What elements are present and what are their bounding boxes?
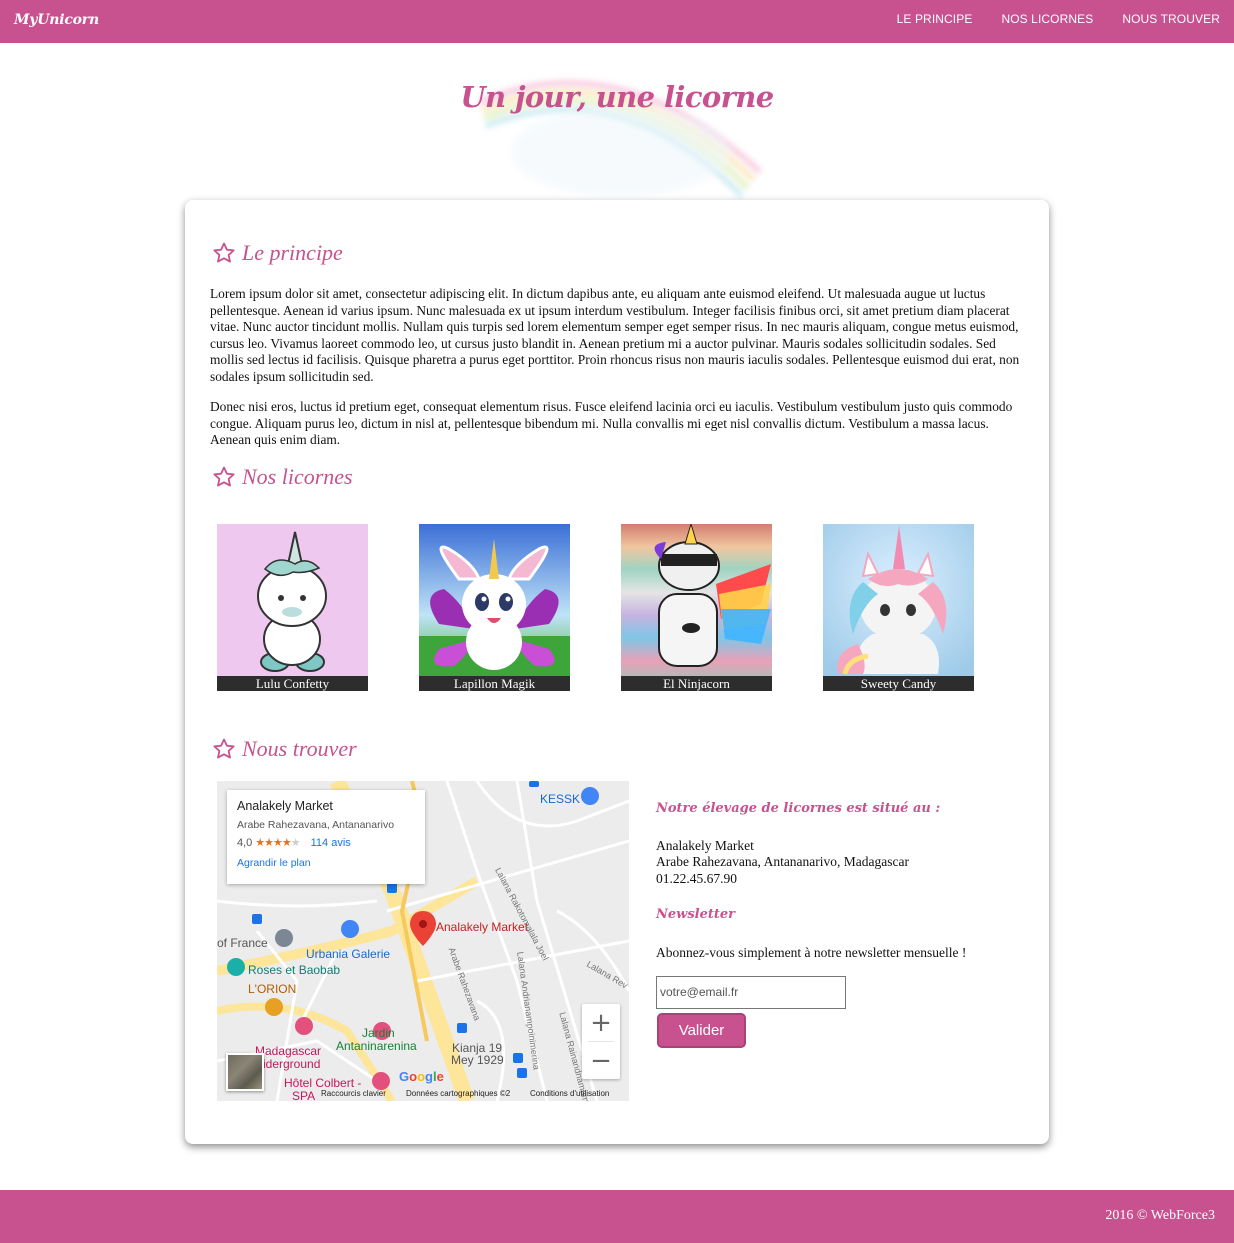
nav-link-licornes[interactable]: NOS LICORNES xyxy=(1001,12,1093,26)
terms-link[interactable]: Conditions d'utilisation xyxy=(530,1089,609,1098)
map-card-address: Arabe Rahezavana, Antananarivo xyxy=(237,819,395,831)
map-zoom-control: + − xyxy=(582,1004,620,1079)
map-data-text: Données cartographiques ©2 xyxy=(406,1089,511,1098)
location-heading: Notre élevage de licornes est situé au : xyxy=(656,801,941,816)
section-title-licornes: Nos licornes xyxy=(212,464,353,490)
principe-paragraph-1: Lorem ipsum dolor sit amet, consectetur … xyxy=(210,286,1020,384)
phone-number: 01.22.45.67.90 xyxy=(656,871,737,886)
unicorn-card-1[interactable]: Lulu Confetty xyxy=(217,524,368,691)
nav-link-trouver[interactable]: NOUS TROUVER xyxy=(1122,12,1220,26)
star-icon xyxy=(213,242,235,263)
map-place-label: Antaninarenina xyxy=(336,1039,417,1053)
section-title-text: Nos licornes xyxy=(242,464,353,489)
map-place-label: L'ORION xyxy=(248,982,297,996)
address-line: Arabe Rahezavana, Antananarivo, Madagasc… xyxy=(656,854,909,869)
top-navbar: MyUnicorn LE PRINCIPE NOS LICORNES NOUS … xyxy=(0,0,1234,43)
map-place-label: Mey 1929 xyxy=(451,1053,504,1067)
section-title-text: Le principe xyxy=(242,240,343,265)
enlarge-map-link[interactable]: Agrandir le plan xyxy=(237,857,415,869)
rating-stars-icon: ★★★★★ xyxy=(255,837,300,849)
unicorn-card-3[interactable]: El Ninjacorn xyxy=(621,524,772,691)
reviews-link[interactable]: 114 avis xyxy=(311,837,351,849)
map-card-title: Analakely Market xyxy=(237,799,333,813)
submit-button[interactable]: Valider xyxy=(657,1013,746,1048)
section-title-trouver: Nous trouver xyxy=(212,736,357,762)
address-name: Analakely Market xyxy=(656,838,754,853)
map-place-label: Jardin xyxy=(362,1026,395,1040)
map-place-label: of France xyxy=(217,936,268,950)
star-icon xyxy=(213,738,235,759)
copyright-text: 2016 © WebForce3 xyxy=(1105,1208,1215,1223)
map-place-label: Madagascar xyxy=(255,1044,322,1058)
star-icon xyxy=(213,466,235,487)
location-map[interactable]: Analakely Market Arabe Rahezavana, Antan… xyxy=(217,781,629,1101)
satellite-toggle-button[interactable] xyxy=(226,1053,264,1091)
email-field[interactable]: votre@email.fr xyxy=(656,976,846,1009)
section-title-text: Nous trouver xyxy=(242,736,357,761)
map-place-label: iderground xyxy=(263,1057,321,1071)
newsletter-heading: Newsletter xyxy=(656,907,736,922)
zoom-out-button[interactable]: − xyxy=(582,1042,620,1079)
section-title-principe: Le principe xyxy=(212,240,343,266)
page-footer: 2016 © WebForce3 xyxy=(0,1190,1234,1243)
principe-paragraph-2: Donec nisi eros, luctus id pretium eget,… xyxy=(210,399,1013,447)
unicorn-caption: Lulu Confetty xyxy=(217,676,368,691)
hero-title: Un jour, une licorne xyxy=(460,80,774,114)
rating-value: 4,0 xyxy=(237,836,253,849)
unicorn-image-sweety xyxy=(823,524,974,676)
nav-link-principe[interactable]: LE PRINCIPE xyxy=(897,12,973,26)
unicorn-card-2[interactable]: Lapillon Magik xyxy=(419,524,570,691)
map-place-label: KESSK xyxy=(540,792,581,806)
zoom-in-button[interactable]: + xyxy=(582,1004,620,1041)
unicorn-image-lapillon xyxy=(419,524,570,676)
map-place-label: Roses et Baobab xyxy=(248,963,341,977)
google-logo: Google xyxy=(399,1069,444,1084)
map-pin-label[interactable]: Analakely Market xyxy=(436,920,528,934)
main-nav: LE PRINCIPE NOS LICORNES NOUS TROUVER xyxy=(897,12,1220,26)
map-info-card: Analakely Market Arabe Rahezavana, Antan… xyxy=(227,790,425,884)
unicorn-image-lulu xyxy=(217,524,368,676)
unicorn-caption: El Ninjacorn xyxy=(621,676,772,691)
brand-logo[interactable]: MyUnicorn xyxy=(14,12,99,28)
content-card: Le principe Lorem ipsum dolor sit amet, … xyxy=(185,200,1049,1144)
keyboard-shortcuts-link[interactable]: Raccourcis clavier xyxy=(321,1089,386,1098)
unicorn-image-ninjacorn xyxy=(621,524,772,676)
map-place-label: Urbania Galerie xyxy=(306,947,391,961)
map-footer: Raccourcis clavier Données cartographiqu… xyxy=(217,1088,629,1101)
unicorn-caption: Sweety Candy xyxy=(823,676,974,691)
unicorn-card-4[interactable]: Sweety Candy xyxy=(823,524,974,691)
unicorn-caption: Lapillon Magik xyxy=(419,676,570,691)
map-card-rating: 4,0 ★★★★★ 114 avis xyxy=(237,836,415,850)
newsletter-text: Abonnez-vous simplement à notre newslett… xyxy=(656,945,967,960)
